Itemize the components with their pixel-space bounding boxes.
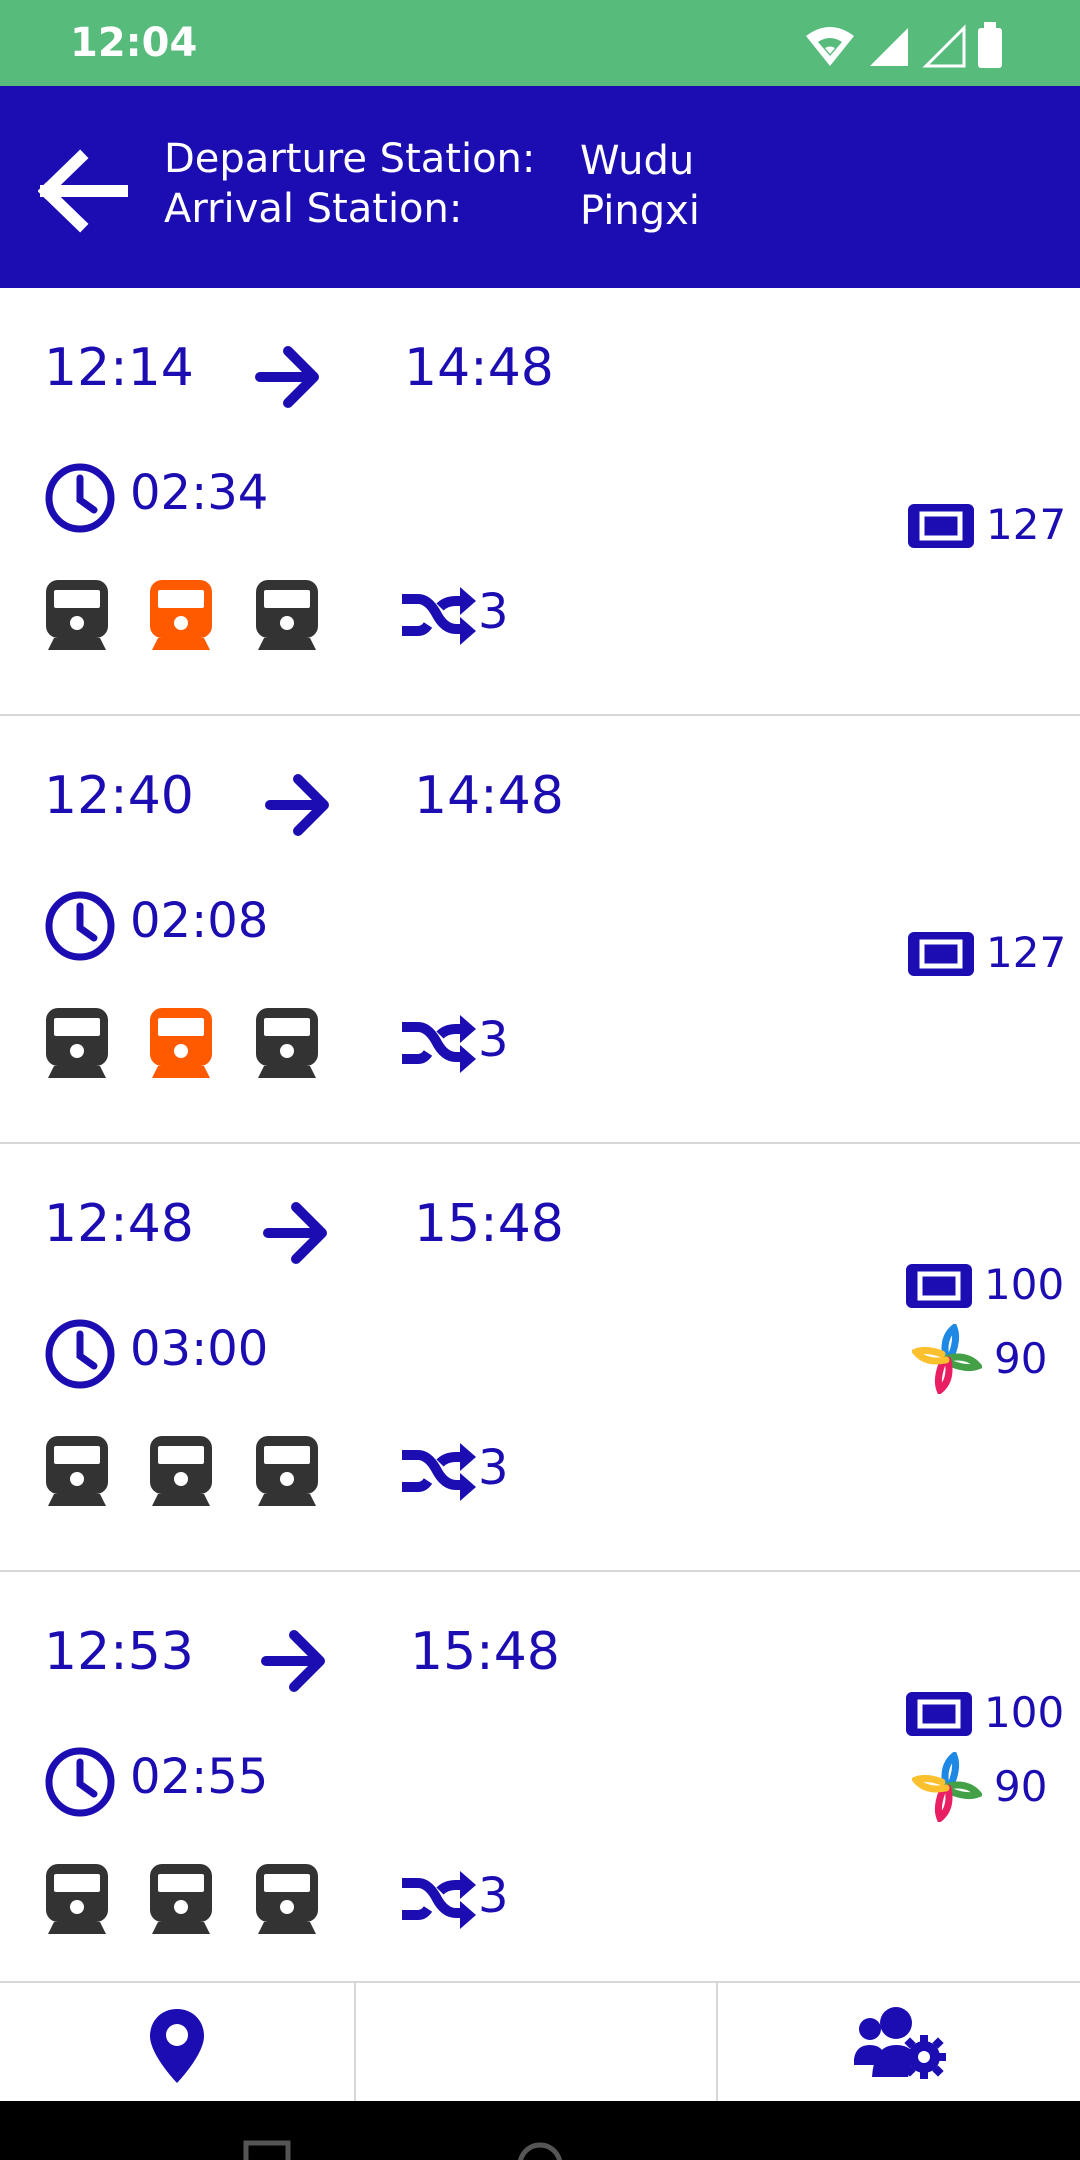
train-icon (150, 580, 212, 650)
bottom-nav (0, 1981, 1080, 2103)
train-icon (46, 1436, 108, 1506)
map-pin-icon (150, 2009, 204, 2083)
clock-icon (45, 1747, 115, 1817)
clock-icon (45, 891, 115, 961)
duration: 02:55 (130, 1749, 269, 1805)
back-arrow-icon[interactable] (38, 146, 128, 236)
ticket-price: 127 (986, 500, 1067, 549)
duration: 03:00 (130, 1321, 269, 1377)
ticket-icon (906, 1692, 972, 1736)
status-bar: 12:04 (0, 0, 1080, 86)
ticket-price: 100 (984, 1260, 1065, 1309)
arrival-time: 14:48 (414, 766, 564, 826)
trip-card[interactable]: 12:40 14:48 02:08 3 127 (0, 716, 1080, 1145)
train-icon (256, 1864, 318, 1934)
shuffle-icon (402, 587, 476, 645)
users-settings-tab[interactable] (718, 1983, 1080, 2103)
arrival-time: 14:48 (404, 338, 554, 398)
status-icons (806, 22, 1002, 68)
recents-icon (243, 2140, 291, 2160)
system-nav-bar (0, 2101, 1080, 2160)
arrow-right-icon (261, 1630, 325, 1692)
shuffle-icon (402, 1443, 476, 1501)
train-icon (256, 1008, 318, 1078)
departure-time: 12:53 (44, 1622, 194, 1682)
system-nav-icons (243, 2140, 562, 2160)
trip-card[interactable]: 12:48 15:48 03:00 3 100 90 (0, 1144, 1080, 1573)
arrival-time: 15:48 (414, 1194, 564, 1254)
alt-price: 90 (994, 1762, 1048, 1811)
trip-card[interactable]: 12:14 14:48 02:34 3 127 (0, 288, 1080, 717)
train-icon (150, 1008, 212, 1078)
train-icon (150, 1436, 212, 1506)
battery-icon (978, 22, 1002, 68)
departure-value: Wudu (580, 138, 695, 184)
shuffle-icon (402, 1015, 476, 1073)
pinwheel-logo-icon (912, 1324, 982, 1394)
empty-tab[interactable] (356, 1983, 716, 2103)
train-icon (256, 1436, 318, 1506)
transfer-count: 3 (478, 1012, 509, 1068)
shuffle-icon (402, 1871, 476, 1929)
status-time: 12:04 (70, 20, 198, 66)
signal-icon (870, 28, 908, 66)
transfer-count: 3 (478, 1868, 509, 1924)
arrival-value: Pingxi (580, 188, 700, 234)
duration: 02:08 (130, 893, 269, 949)
ticket-price: 100 (984, 1688, 1065, 1737)
transfer-count: 3 (478, 584, 509, 640)
ticket-icon (906, 1264, 972, 1308)
home-icon (518, 2142, 562, 2160)
users-gear-icon (854, 2007, 946, 2079)
ticket-icon (908, 932, 974, 976)
location-tab[interactable] (0, 1983, 354, 2103)
alt-price: 90 (994, 1334, 1048, 1383)
departure-time: 12:48 (44, 1194, 194, 1254)
arrival-label: Arrival Station: (164, 186, 463, 232)
clock-icon (45, 463, 115, 533)
pinwheel-logo-icon (912, 1752, 982, 1822)
transfer-count: 3 (478, 1440, 509, 1496)
header: Departure Station: Arrival Station: Wudu… (0, 86, 1080, 288)
arrow-right-icon (263, 1202, 327, 1264)
ticket-price: 127 (986, 928, 1067, 977)
wifi-icon (806, 27, 854, 66)
trip-card[interactable]: 12:53 15:48 02:55 3 100 90 (0, 1572, 1080, 2001)
duration: 02:34 (130, 465, 269, 521)
ticket-icon (908, 504, 974, 548)
train-icon (46, 1008, 108, 1078)
train-icon (256, 580, 318, 650)
train-icon (150, 1864, 212, 1934)
departure-time: 12:14 (44, 338, 194, 398)
arrow-right-icon (265, 774, 329, 836)
arrival-time: 15:48 (410, 1622, 560, 1682)
train-icon (46, 1864, 108, 1934)
arrow-right-icon (255, 346, 319, 408)
departure-label: Departure Station: (164, 136, 536, 182)
signal-empty-icon (922, 24, 966, 68)
train-icon (46, 580, 108, 650)
clock-icon (45, 1319, 115, 1389)
departure-time: 12:40 (44, 766, 194, 826)
